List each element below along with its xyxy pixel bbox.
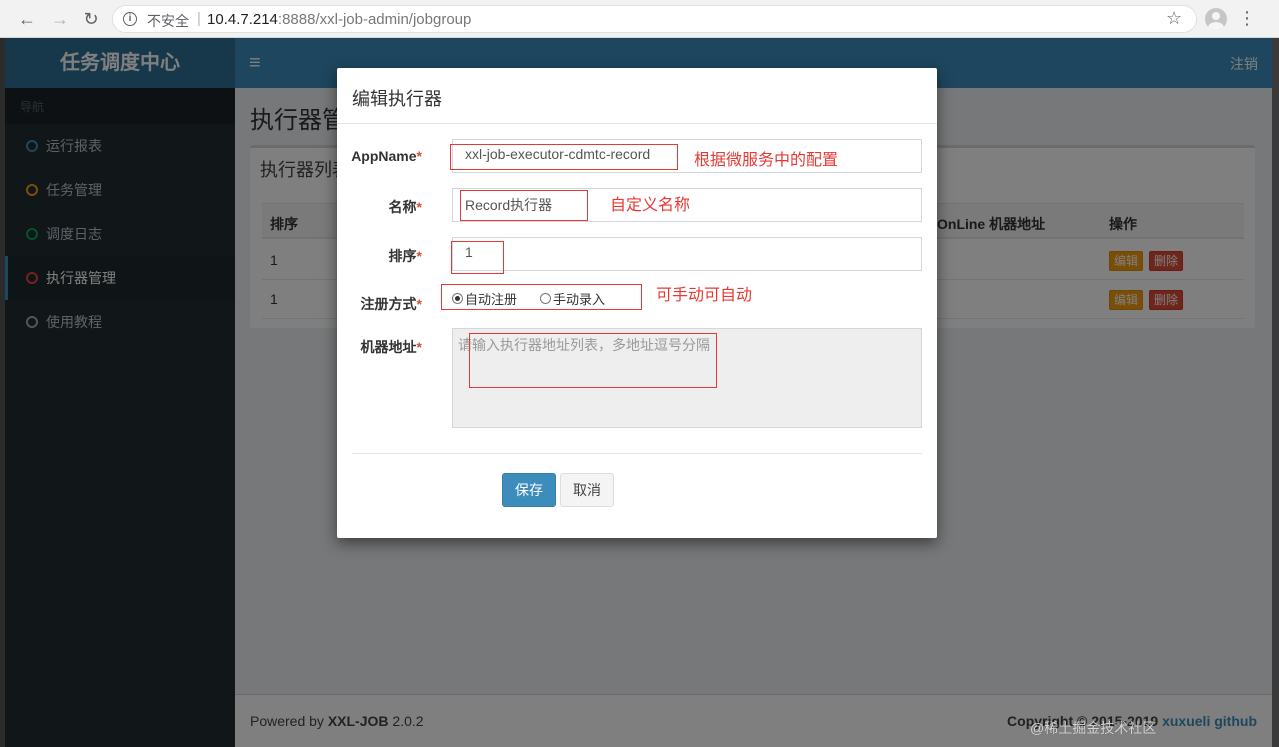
annotation-box-name [460,190,588,221]
profile-avatar-icon[interactable] [1205,8,1227,30]
watermark: @稀土掘金技术社区 [1030,720,1157,736]
order-input[interactable]: 1 [452,237,922,271]
forward-arrow-icon[interactable]: → [49,8,71,30]
address-label-text: 机器地址 [360,339,417,355]
cancel-button[interactable]: 取消 [560,473,614,507]
annotation-name-note: 自定义名称 [610,197,691,214]
modal-title: 编辑执行器 [352,89,442,109]
required-mark: * [416,248,422,264]
registration-label: 注册方式* [342,294,422,314]
name-label: 名称* [342,197,422,217]
bookmark-star-icon[interactable]: ☆ [1166,7,1182,29]
annotation-box-registration [441,284,642,310]
browser-toolbar: ← → ↻ i 不安全 | 10.4.7.214:8888/xxl-job-ad… [0,0,1279,38]
appname-label-text: AppName [351,148,417,164]
order-label-text: 排序 [388,248,417,264]
appname-label: AppName* [342,148,422,164]
required-mark: * [416,199,422,215]
annotation-box-appname [450,144,678,170]
right-edge [1272,38,1279,747]
divider [337,123,937,124]
annotation-box-address [469,333,717,388]
back-arrow-icon[interactable]: ← [16,8,38,30]
annotation-appname-note: 根据微服务中的配置 [694,152,839,169]
url-text[interactable]: 10.4.7.214:8888/xxl-job-admin/jobgroup [207,11,471,28]
required-mark: * [416,296,422,312]
order-label: 排序* [342,246,422,266]
url-host: 10.4.7.214 [207,11,278,28]
info-icon[interactable]: i [123,12,137,26]
divider [352,453,922,454]
registration-label-text: 注册方式 [360,296,417,312]
save-button[interactable]: 保存 [502,473,556,507]
annotation-box-order [451,241,504,274]
required-mark: * [416,339,422,355]
address-label: 机器地址* [342,337,422,357]
url-path: :8888/xxl-job-admin/jobgroup [277,11,472,28]
required-mark: * [416,148,422,164]
browser-menu-icon[interactable]: ⋮ [1238,7,1256,29]
name-label-text: 名称 [388,199,417,215]
reload-icon[interactable]: ↻ [80,8,102,30]
annotation-registration-note: 可手动可自动 [656,287,753,304]
insecure-label: 不安全 [147,13,189,29]
url-separator: | [197,10,201,27]
address-bar[interactable]: i 不安全 | 10.4.7.214:8888/xxl-job-admin/jo… [112,5,1197,33]
